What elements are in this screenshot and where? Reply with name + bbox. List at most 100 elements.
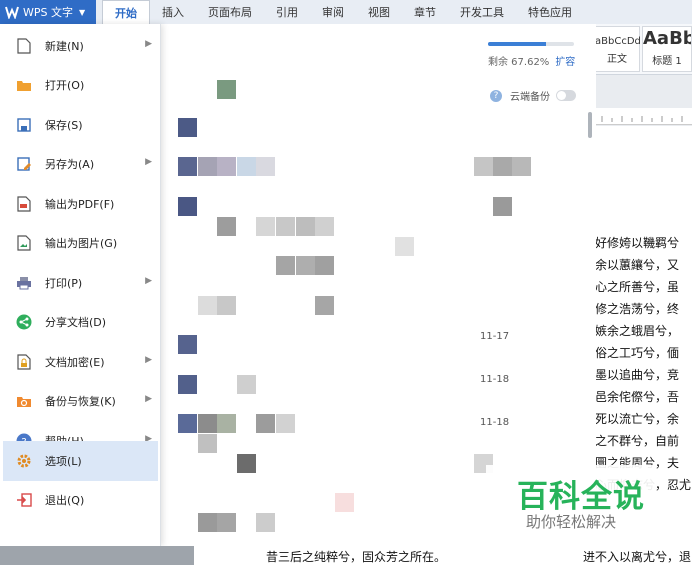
doc-line: 余心之所善兮，虽 — [583, 280, 680, 294]
menu-item-label: 另存为(A) — [45, 157, 95, 171]
menu-item-label: 打印(P) — [45, 276, 83, 290]
printer-icon — [15, 274, 33, 292]
file-thumbnail — [335, 493, 354, 512]
menu-item-label: 分享文档(D) — [45, 315, 107, 329]
file-thumbnail — [178, 335, 197, 354]
document-text: 虽好修姱以鞿羁兮 謇余以蕙纕兮，又 余心之所善兮，虽 灵修之浩荡兮，终 女嫉余之… — [583, 232, 692, 496]
file-thumbnail — [296, 256, 315, 275]
menu-item-save[interactable]: 保存(S) — [3, 106, 158, 143]
save-as-icon — [15, 155, 33, 173]
tab-featured[interactable]: 特色应用 — [516, 0, 584, 24]
cloud-backup-row: ? 云端备份 — [490, 88, 576, 103]
share-icon — [15, 313, 33, 331]
tab-sections[interactable]: 章节 — [402, 0, 448, 24]
watermark-subtitle: 助你轻松解决 — [526, 513, 617, 531]
file-thumbnail — [217, 157, 236, 176]
file-thumbnail — [493, 157, 512, 176]
style-heading-1[interactable]: AaBb 标题 1 — [642, 26, 692, 72]
tab-insert[interactable]: 插入 — [150, 0, 196, 24]
tab-review[interactable]: 审阅 — [310, 0, 356, 24]
file-thumbnail — [276, 256, 295, 275]
menu-item-label: 输出为PDF(F) — [45, 197, 115, 211]
chevron-right-icon: ▶ — [145, 39, 152, 49]
chevron-right-icon: ▶ — [145, 355, 152, 365]
open-folder-icon — [15, 76, 33, 94]
storage-remaining-text: 剩余 67.62% — [488, 57, 550, 68]
file-thumbnail — [276, 414, 295, 433]
lock-icon — [15, 353, 33, 371]
file-thumbnail — [315, 256, 334, 275]
menu-item-label: 备份与恢复(K) — [45, 394, 116, 408]
chevron-right-icon: ▶ — [145, 276, 152, 286]
style-sample: AaBb — [643, 28, 691, 49]
watermark: 百科全说 助你轻松解决 — [486, 465, 656, 535]
menu-item-share[interactable]: 分享文档(D) — [3, 303, 158, 340]
file-thumbnail — [256, 414, 275, 433]
cloud-backup-toggle[interactable] — [556, 90, 576, 101]
menu-item-backup[interactable]: 备份与恢复(K) ▶ — [3, 382, 158, 419]
menu-item-label: 文档加密(E) — [45, 355, 105, 369]
watermark-title: 百科全说 — [517, 479, 645, 515]
menu-item-print[interactable]: 打印(P) ▶ — [3, 264, 158, 301]
wps-menu-button[interactable]: WPS 文字 ▼ — [0, 0, 96, 24]
cloud-backup-label: 云端备份 — [510, 92, 550, 103]
file-thumbnail — [296, 217, 315, 236]
menu-item-export-image[interactable]: 输出为图片(G) — [3, 224, 158, 261]
panel-scrollbar[interactable] — [588, 112, 592, 138]
tab-view[interactable]: 视图 — [356, 0, 402, 24]
file-thumbnail — [237, 157, 256, 176]
doc-line: 溘死以流亡兮，余 — [583, 412, 680, 426]
wps-w-icon — [5, 6, 19, 19]
file-date: 11-18 — [480, 417, 510, 428]
file-thumbnail — [178, 375, 197, 394]
tab-page-layout[interactable]: 页面布局 — [196, 0, 264, 24]
expand-storage-link[interactable]: 扩容 — [555, 57, 575, 68]
doc-line: 昔三后之纯粹兮，固众芳之所在。 — [266, 550, 447, 564]
gear-icon — [15, 452, 33, 470]
file-date: 11-18 — [480, 374, 510, 385]
file-thumbnail — [198, 296, 217, 315]
menu-item-new[interactable]: 新建(N) ▶ — [3, 27, 158, 64]
backup-icon — [15, 392, 33, 410]
file-thumbnail — [178, 414, 197, 433]
tab-home[interactable]: 开始 — [102, 0, 150, 24]
menu-item-label: 打开(O) — [45, 78, 85, 92]
style-name: 正文 — [607, 54, 627, 65]
file-thumbnail — [315, 217, 334, 236]
menu-item-label: 输出为图片(G) — [45, 236, 118, 250]
help-icon[interactable]: ? — [490, 89, 502, 102]
doc-line: 绳墨以追曲兮，竞 — [583, 368, 680, 382]
tab-developer[interactable]: 开发工具 — [448, 0, 516, 24]
file-thumbnail — [217, 513, 236, 532]
storage-remaining: 剩余 67.62% 扩容 — [488, 53, 575, 68]
file-thumbnail — [237, 454, 256, 473]
storage-progress-fill — [488, 42, 547, 46]
file-thumbnail — [256, 157, 275, 176]
doc-line: 虽好修姱以鞿羁兮 — [583, 236, 680, 250]
file-thumbnail — [276, 217, 295, 236]
menu-item-save-as[interactable]: 另存为(A) ▶ — [3, 145, 158, 182]
file-thumbnail — [512, 157, 531, 176]
file-thumbnail — [198, 513, 217, 532]
style-normal[interactable]: aBbCcDd 正文 — [594, 26, 641, 72]
menu-item-export-pdf[interactable]: 输出为PDF(F) — [3, 185, 158, 222]
file-thumbnail — [237, 375, 256, 394]
menu-item-options[interactable]: 选项(L) — [3, 441, 158, 481]
file-thumbnail — [198, 434, 217, 453]
tab-references[interactable]: 引用 — [264, 0, 310, 24]
title-bar: WPS 文字 ▼ 开始 插入 页面布局 引用 审阅 视图 章节 开发工具 特色应… — [0, 0, 692, 25]
menu-item-open[interactable]: 打开(O) — [3, 66, 158, 103]
file-thumbnail — [178, 157, 197, 176]
file-thumbnail — [217, 80, 236, 99]
chevron-right-icon: ▶ — [145, 394, 152, 404]
doc-line: 郁邑余侘傺兮，吾 — [583, 390, 680, 404]
menu-item-exit[interactable]: 退出(Q) — [3, 481, 158, 518]
file-thumbnail — [315, 296, 334, 315]
save-icon — [15, 116, 33, 134]
pdf-icon — [15, 195, 33, 213]
wps-button-label: WPS 文字 — [23, 6, 73, 19]
menu-item-encrypt[interactable]: 文档加密(E) ▶ — [3, 343, 158, 380]
ruler-ticks — [601, 116, 683, 122]
file-thumbnail — [493, 197, 512, 216]
style-name: 标题 1 — [652, 56, 682, 67]
